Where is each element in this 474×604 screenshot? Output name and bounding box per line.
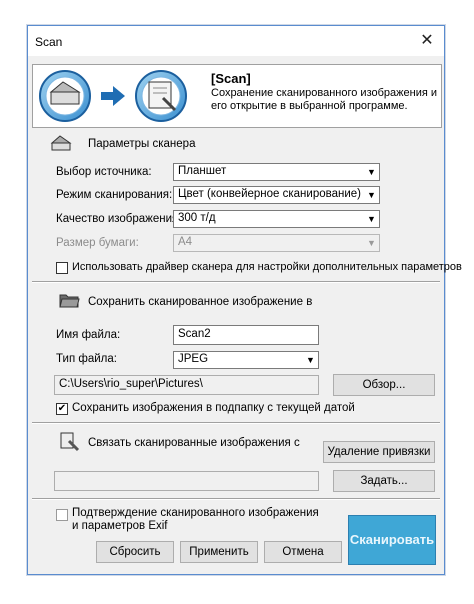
quality-select[interactable]: 300 т/д ▼ [173, 210, 380, 228]
checkmark-icon: ✔ [57, 403, 67, 414]
driver-checkbox-label: Использовать драйвер сканера для настрой… [72, 261, 462, 273]
cancel-button[interactable]: Отмена [264, 541, 342, 563]
quality-label: Качество изображения: [56, 213, 182, 225]
chevron-down-icon: ▼ [364, 235, 379, 251]
browse-button[interactable]: Обзор... [333, 374, 435, 396]
linked-app-field[interactable] [54, 471, 319, 491]
scanner-icon [50, 135, 72, 151]
mode-label: Режим сканирования: [56, 189, 173, 201]
reset-button[interactable]: Сбросить [96, 541, 174, 563]
save-path-field[interactable]: C:\Users\rio_super\Pictures\ [54, 375, 319, 395]
source-label: Выбор источника: [56, 166, 152, 178]
scan-workflow-icon [39, 70, 187, 122]
folder-icon [59, 294, 80, 308]
filename-label: Имя файла: [56, 329, 121, 341]
mode-select[interactable]: Цвет (конвейерное сканирование) ▼ [173, 186, 380, 204]
unlink-button[interactable]: Удаление привязки [323, 441, 435, 463]
source-select[interactable]: Планшет ▼ [173, 163, 380, 181]
paper-size-select[interactable]: A4 ▼ [173, 234, 380, 252]
chevron-down-icon: ▼ [364, 211, 379, 227]
chevron-down-icon: ▼ [364, 164, 379, 180]
link-app-icon [60, 432, 80, 452]
driver-checkbox[interactable] [56, 262, 68, 274]
divider [32, 422, 440, 424]
confirm-exif-label: Подтверждение сканированного изображения… [72, 507, 319, 532]
apply-button[interactable]: Применить [180, 541, 258, 563]
scanner-section-heading: Параметры сканера [88, 138, 196, 150]
window-title: Scan [35, 35, 63, 49]
banner-title: [Scan] [211, 71, 251, 86]
subfolder-checkbox[interactable]: ✔ [56, 403, 68, 415]
set-button[interactable]: Задать... [333, 470, 435, 492]
filetype-select[interactable]: JPEG ▼ [173, 351, 319, 369]
divider [32, 498, 440, 500]
paper-size-value: A4 [178, 236, 193, 248]
save-section-heading: Сохранить сканированное изображение в [88, 296, 313, 308]
close-icon[interactable]: ✕ [416, 31, 438, 51]
scan-dialog: Scan ✕ [Scan] Сохранение сканированного [27, 25, 462, 575]
quality-value: 300 т/д [178, 212, 216, 224]
link-section-heading: Связать сканированные изображения с [88, 437, 300, 449]
confirm-exif-checkbox[interactable] [56, 509, 68, 521]
banner-description: Сохранение сканированного изображения и … [211, 87, 438, 112]
filename-input[interactable]: Scan2 [173, 325, 319, 345]
chevron-down-icon: ▼ [364, 187, 379, 203]
source-value: Планшет [178, 165, 227, 177]
divider [32, 281, 440, 283]
title-bar: Scan ✕ [28, 26, 444, 56]
filetype-label: Тип файла: [56, 353, 117, 365]
scan-button[interactable]: Сканировать [348, 515, 436, 565]
subfolder-checkbox-label: Сохранить изображения в подпапку с текущ… [72, 402, 355, 414]
paper-size-label: Размер бумаги: [56, 237, 139, 249]
chevron-down-icon: ▼ [303, 352, 318, 368]
filetype-value: JPEG [178, 353, 209, 365]
mode-value: Цвет (конвейерное сканирование) [178, 188, 362, 200]
header-banner: [Scan] Сохранение сканированного изображ… [32, 64, 442, 128]
